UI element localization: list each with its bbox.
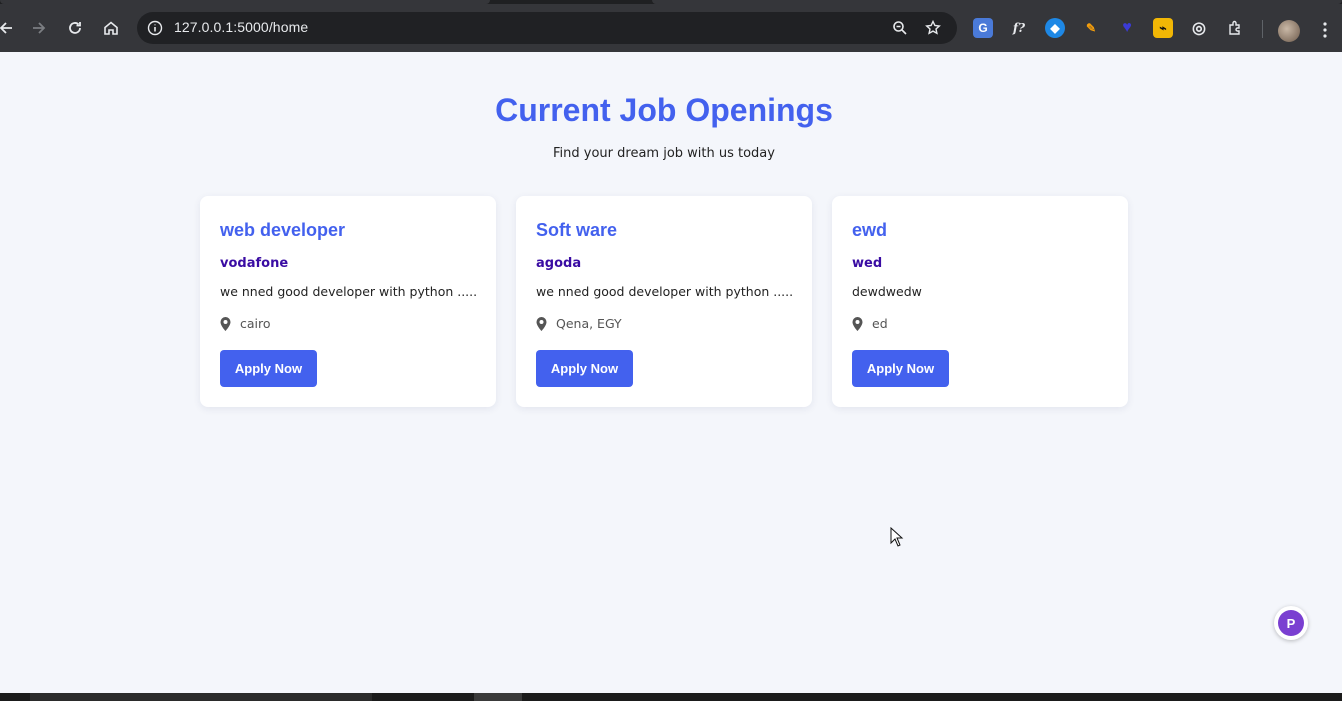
address-bar[interactable]: 127.0.0.1:5000/home [137, 12, 957, 44]
job-title: web developer [220, 220, 346, 240]
job-title: Soft ware [536, 220, 618, 240]
taskbar-segment [474, 693, 522, 701]
profile-avatar[interactable] [1278, 20, 1300, 42]
browser-toolbar: 127.0.0.1:5000/home G f? ◆ ✎ ♥ ⌁ ◎ [0, 4, 1342, 52]
page-title: Current Job Openings [495, 92, 833, 128]
site-info-icon[interactable] [146, 19, 164, 37]
job-card: web developer vodafone we nned good deve… [200, 196, 496, 407]
job-location: ed [852, 316, 888, 331]
taskbar-segment [30, 693, 372, 701]
company-name: agoda [536, 256, 582, 271]
heart-extension-icon[interactable]: ♥ [1117, 18, 1137, 38]
target-extension-icon[interactable]: ◎ [1189, 18, 1209, 38]
location-text: cairo [240, 316, 271, 331]
link-extension-icon[interactable]: ⌁ [1153, 18, 1173, 38]
job-card: ewd wed dewdwedw ed Apply Now [832, 196, 1128, 407]
toolbar-separator [1262, 20, 1263, 38]
forward-icon[interactable] [25, 14, 53, 42]
mouse-cursor-icon [890, 527, 904, 547]
extensions-icon[interactable] [1225, 18, 1245, 38]
menu-icon[interactable] [1318, 20, 1332, 40]
floating-assistant-button[interactable]: P [1274, 606, 1308, 640]
formula-extension-icon[interactable]: f? [1009, 18, 1029, 38]
apply-now-button[interactable]: Apply Now [852, 350, 949, 387]
back-icon[interactable] [0, 14, 20, 42]
job-description: we nned good developer with python ..... [536, 284, 794, 299]
location-pin-icon [536, 316, 547, 331]
location-text: Qena, EGY [556, 316, 622, 331]
location-text: ed [872, 316, 888, 331]
url-text[interactable]: 127.0.0.1:5000/home [174, 19, 308, 35]
home-icon[interactable] [97, 14, 125, 42]
apply-now-button[interactable]: Apply Now [536, 350, 633, 387]
location-pin-icon [220, 316, 231, 331]
job-description: dewdwedw [852, 284, 922, 299]
location-pin-icon [852, 316, 863, 331]
drop-extension-icon[interactable]: ◆ [1045, 18, 1065, 38]
zoom-icon[interactable] [891, 19, 909, 37]
page-subtitle: Find your dream job with us today [553, 146, 775, 161]
job-description: we nned good developer with python ..... [220, 284, 478, 299]
job-title: ewd [852, 220, 888, 240]
reload-icon[interactable] [61, 14, 89, 42]
bookmark-star-icon[interactable] [924, 19, 942, 37]
translate-extension-icon[interactable]: G [973, 18, 993, 38]
job-location: Qena, EGY [536, 316, 622, 331]
company-name: vodafone [220, 256, 289, 271]
pen-extension-icon[interactable]: ✎ [1081, 18, 1101, 38]
job-card: Soft ware agoda we nned good developer w… [516, 196, 812, 407]
job-location: cairo [220, 316, 271, 331]
taskbar [0, 693, 1342, 701]
apply-now-button[interactable]: Apply Now [220, 350, 317, 387]
page-content: Current Job Openings Find your dream job… [0, 52, 1342, 693]
company-name: wed [852, 256, 883, 271]
assistant-logo-icon: P [1278, 610, 1304, 636]
